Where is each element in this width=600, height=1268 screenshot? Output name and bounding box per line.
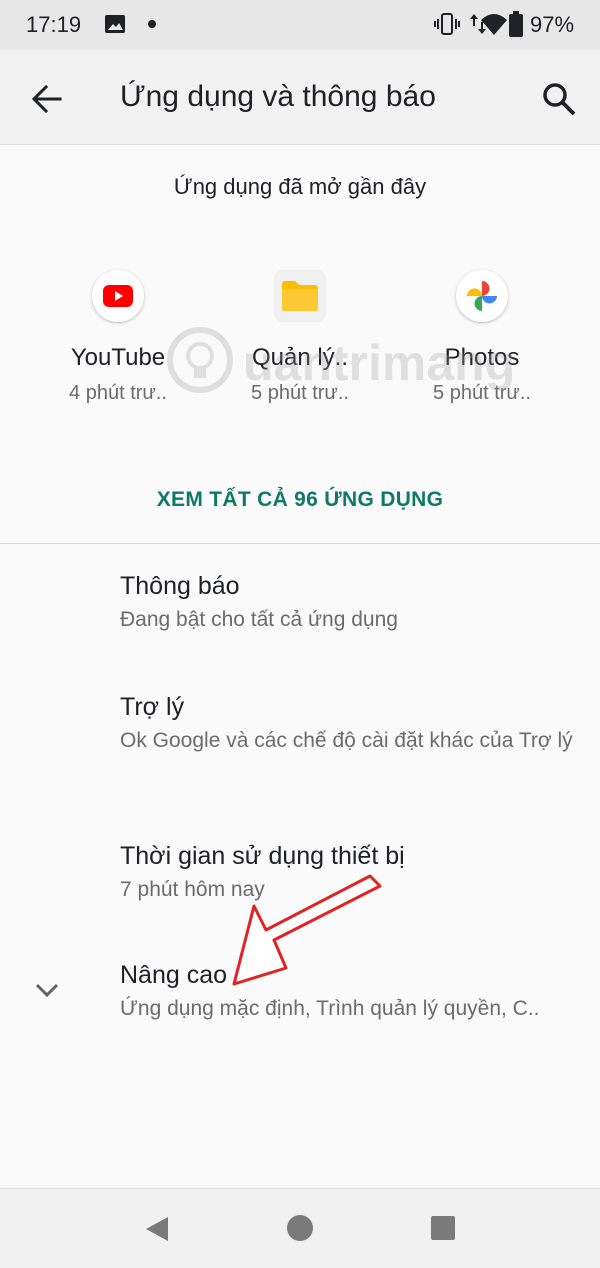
app-last-used: 5 phút trư.. <box>433 382 531 404</box>
app-last-used: 4 phút trư.. <box>69 382 167 404</box>
status-bar: 17:19 97% <box>0 0 600 50</box>
image-icon <box>105 15 125 33</box>
setting-assistant[interactable]: Trợ lý Ok Google và các chế độ cài đặt k… <box>120 691 580 755</box>
see-all-apps-button[interactable]: XEM TẤT CẢ 96 ỨNG DỤNG <box>0 488 600 512</box>
chevron-down-icon[interactable] <box>34 977 60 1003</box>
setting-summary: Đang bật cho tất cả ứng dụng <box>120 608 398 631</box>
app-name: YouTube <box>70 344 166 371</box>
section-divider <box>0 543 600 544</box>
nav-home-icon[interactable] <box>287 1215 313 1241</box>
app-bar: Ứng dụng và thông báo <box>0 50 600 145</box>
app-name: Quản lý.. <box>251 344 349 371</box>
page-title: Ứng dụng và thông báo <box>120 80 436 113</box>
recent-apps-header: Ứng dụng đã mở gần đây <box>173 174 427 199</box>
setting-title: Nâng cao <box>120 961 228 989</box>
recent-app-files[interactable]: Quản lý.. 5 phút trư.. <box>215 270 385 405</box>
setting-summary: 7 phút hôm nay <box>120 878 265 901</box>
setting-title: Thông báo <box>120 572 240 600</box>
setting-title: Thời gian sử dụng thiết bị <box>120 842 405 870</box>
youtube-icon <box>92 270 144 322</box>
search-icon[interactable] <box>540 80 578 118</box>
setting-title: Trợ lý <box>120 693 185 721</box>
photos-pinwheel-icon <box>456 270 508 322</box>
vibrate-icon <box>434 13 460 35</box>
app-name: Photos <box>444 344 520 371</box>
notification-dot <box>148 20 156 28</box>
battery-percent: 97% <box>530 12 575 37</box>
setting-summary: Ứng dụng mặc định, Trình quản lý quyền, … <box>120 997 540 1020</box>
recent-app-photos[interactable]: Photos 5 phút trư.. <box>397 270 567 405</box>
nav-back-icon[interactable] <box>144 1215 170 1243</box>
recent-app-youtube[interactable]: YouTube 4 phút trư.. <box>33 270 203 405</box>
setting-summary: Ok Google và các chế độ cài đặt khác của… <box>120 729 573 752</box>
setting-notifications[interactable]: Thông báo Đang bật cho tất cả ứng dụng <box>120 570 580 634</box>
setting-advanced[interactable]: Nâng cao Ứng dụng mặc định, Trình quản l… <box>120 959 580 1023</box>
nav-recents-icon[interactable] <box>431 1216 455 1240</box>
navigation-bar <box>0 1188 600 1268</box>
files-folder-icon <box>274 270 326 322</box>
back-arrow-icon[interactable] <box>30 82 64 116</box>
wifi-icon <box>481 14 507 35</box>
setting-screen-time[interactable]: Thời gian sử dụng thiết bị 7 phút hôm na… <box>120 840 580 904</box>
status-time: 17:19 <box>26 12 82 37</box>
battery-icon <box>509 11 523 37</box>
app-last-used: 5 phút trư.. <box>251 382 349 404</box>
